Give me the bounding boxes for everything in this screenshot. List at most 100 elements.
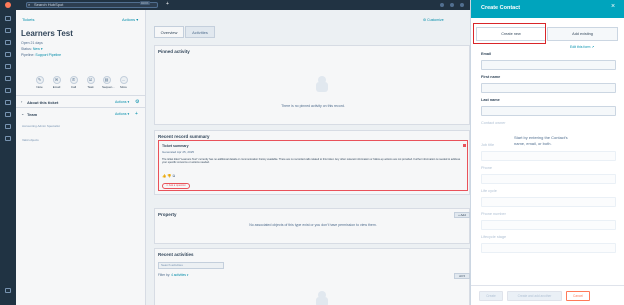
create-new-highlight-annotation bbox=[473, 23, 546, 44]
about-section-header[interactable]: › About this ticket Actions ▾ ⚙ bbox=[16, 95, 146, 107]
chevron-down-icon: ⌄ bbox=[21, 111, 25, 116]
filter-label: Filter by: bbox=[158, 273, 171, 277]
summary-flag-icon bbox=[463, 144, 466, 147]
call-icon: ✆ bbox=[69, 76, 78, 84]
email-field[interactable] bbox=[481, 60, 616, 70]
record-summary-card: Recent record summary Ticket summary Gen… bbox=[154, 130, 470, 195]
status-label: Status: bbox=[21, 47, 32, 51]
pipeline-row: Pipeline: Support Pipeline bbox=[21, 53, 61, 57]
summary-date: Generated Apr 25, 2025 bbox=[162, 150, 195, 154]
pipeline-dropdown[interactable]: Support Pipeline bbox=[35, 53, 61, 57]
create-and-add-another-button[interactable]: Create and add another bbox=[507, 291, 562, 301]
last-name-label: Last name bbox=[481, 98, 500, 102]
create-plus-icon[interactable]: + bbox=[166, 1, 169, 7]
first-name-field[interactable] bbox=[481, 83, 616, 93]
collapse-all-button[interactable]: All ▾ bbox=[454, 273, 470, 279]
lifecycle-stage-label: Lifecycle stage bbox=[481, 235, 507, 239]
activities-search-input[interactable]: Search activities bbox=[158, 262, 224, 269]
record-actions-menu[interactable]: Actions ▾ bbox=[122, 17, 138, 22]
quick-action-task[interactable]: ☑ Task bbox=[86, 76, 95, 89]
summary-body: The ticket titled "Learners Test" curren… bbox=[162, 158, 461, 165]
quick-action-more[interactable]: … More bbox=[119, 76, 128, 89]
activities-filter: Filter by: 4 activities ▾ bbox=[158, 273, 189, 277]
quick-action-label: Sequen... bbox=[102, 85, 115, 89]
quick-action-sequence[interactable]: ▤ Sequen... bbox=[102, 76, 115, 89]
team-actions-menu[interactable]: Actions ▾ bbox=[115, 112, 129, 116]
quick-action-email[interactable]: ✉ Email bbox=[52, 76, 61, 89]
lifecycle-stage-field[interactable] bbox=[481, 243, 616, 253]
quick-action-label: Call bbox=[70, 85, 77, 89]
quick-action-note[interactable]: ✎ Note bbox=[35, 76, 44, 89]
property-add-button[interactable]: + Add bbox=[454, 212, 470, 218]
life-cycle-label: Life cycle bbox=[481, 189, 497, 193]
record-name: Learners Test bbox=[21, 29, 73, 38]
close-icon[interactable]: × bbox=[611, 3, 615, 10]
tab-overview[interactable]: Overview bbox=[154, 26, 184, 38]
recent-activities-title: Recent activities bbox=[158, 252, 194, 257]
data-nav-icon[interactable] bbox=[5, 124, 11, 129]
marketing-nav-icon[interactable] bbox=[5, 40, 11, 45]
quick-action-call[interactable]: ✆ Call bbox=[69, 76, 78, 89]
library-nav-icon[interactable] bbox=[5, 136, 11, 141]
recent-activities-card: Recent activities Search activities Filt… bbox=[154, 248, 470, 305]
phone-label: Phone bbox=[481, 166, 492, 170]
cancel-button[interactable]: Cancel bbox=[566, 291, 590, 301]
content-nav-icon[interactable] bbox=[5, 76, 11, 81]
create-button[interactable]: Create bbox=[479, 291, 503, 301]
team-member: Accounting Admin Specialist bbox=[22, 124, 60, 128]
search-hint-text: Start by entering the Contact's name, em… bbox=[514, 135, 568, 146]
about-add-icon[interactable]: ⚙ bbox=[135, 99, 139, 105]
phone-field[interactable] bbox=[481, 174, 616, 184]
side-navigation bbox=[0, 10, 16, 305]
sales-nav-icon[interactable] bbox=[5, 52, 11, 57]
expand-nav-icon[interactable] bbox=[5, 288, 11, 293]
help-icon[interactable] bbox=[440, 3, 444, 7]
ticket-summary-box: Ticket summary Generated Apr 25, 2025 Th… bbox=[158, 140, 468, 191]
filter-dropdown[interactable]: 4 activities ▾ bbox=[171, 273, 188, 277]
phone-number-label: Phone number bbox=[481, 212, 506, 216]
customize-button[interactable]: ⚙ Customize bbox=[423, 18, 444, 22]
property-card: Property + Add No associated objects of … bbox=[154, 208, 470, 244]
last-name-field[interactable] bbox=[481, 106, 616, 116]
bookmark-nav-icon[interactable] bbox=[5, 16, 11, 21]
status-dropdown[interactable]: New ▾ bbox=[33, 47, 43, 51]
ask-question-button[interactable]: ✦ Ask a question bbox=[162, 183, 190, 189]
phone-number-field[interactable] bbox=[481, 220, 616, 230]
team-section-header[interactable]: ⌄ Team Actions ▾ + bbox=[16, 107, 146, 119]
commerce-nav-icon[interactable] bbox=[5, 88, 11, 93]
settings-icon[interactable] bbox=[450, 3, 454, 7]
service-nav-icon[interactable] bbox=[5, 64, 11, 69]
quick-action-label: Note bbox=[36, 85, 43, 89]
quick-action-label: More bbox=[120, 85, 127, 89]
record-main-content: ⚙ Customize Overview Activities Pinned a… bbox=[146, 10, 470, 305]
sequence-icon: ▤ bbox=[102, 76, 111, 84]
tab-activities[interactable]: Activities bbox=[185, 26, 215, 38]
first-name-label: First name bbox=[481, 75, 501, 79]
search-placeholder: Search HubSpot bbox=[34, 2, 64, 7]
record-summary-title: Recent record summary bbox=[158, 134, 210, 139]
life-cycle-field[interactable] bbox=[481, 197, 616, 207]
automation-nav-icon[interactable] bbox=[5, 100, 11, 105]
search-icon: ⌕ bbox=[28, 2, 31, 7]
panel-header: Create Contact × bbox=[471, 0, 624, 18]
task-icon: ☑ bbox=[86, 76, 95, 84]
status-row: Status: New ▾ bbox=[21, 47, 43, 51]
empty-state-illustration-icon bbox=[313, 76, 331, 94]
chevron-right-icon: › bbox=[21, 99, 23, 104]
hubspot-logo-icon[interactable] bbox=[5, 2, 11, 8]
team-add-icon[interactable]: + bbox=[135, 111, 138, 117]
property-empty-text: No associated objects of this type exist… bbox=[249, 223, 377, 227]
add-existing-toggle[interactable]: Add existing bbox=[547, 27, 618, 41]
job-title-field[interactable] bbox=[481, 151, 616, 161]
back-to-tickets-link[interactable]: Tickets bbox=[22, 17, 35, 22]
reporting-nav-icon[interactable] bbox=[5, 112, 11, 117]
feedback-icons[interactable]: 👍 👎 ⧉ bbox=[162, 174, 175, 178]
contacts-nav-icon[interactable] bbox=[5, 28, 11, 33]
activities-empty-illustration-icon bbox=[313, 291, 331, 305]
about-actions-menu[interactable]: Actions ▾ bbox=[115, 100, 129, 104]
pipeline-label: Pipeline: bbox=[21, 53, 35, 57]
notifications-icon[interactable] bbox=[460, 3, 464, 7]
global-search-input[interactable]: ⌕ Search HubSpot bbox=[26, 2, 158, 8]
edit-form-link[interactable]: Edit this form ↗ bbox=[570, 45, 594, 49]
more-icon: … bbox=[119, 76, 128, 84]
